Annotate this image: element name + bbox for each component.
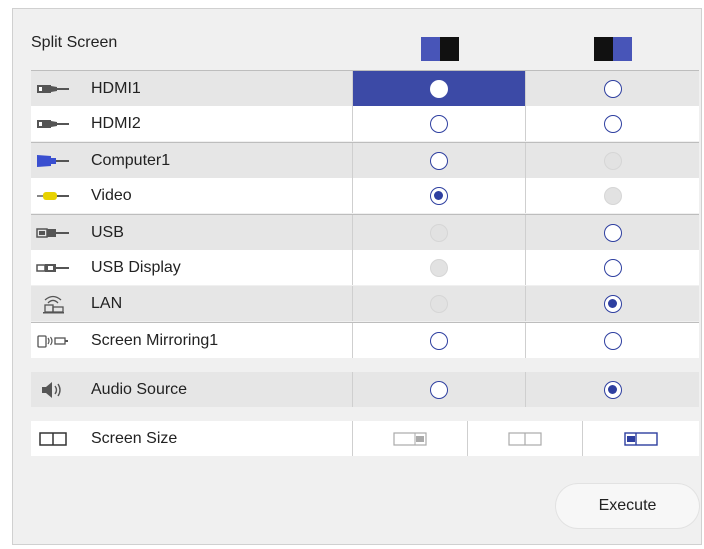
right-screen-cell[interactable] bbox=[526, 215, 699, 250]
left-screen-cell bbox=[353, 250, 526, 285]
right-screen-cell[interactable] bbox=[526, 106, 699, 141]
radio-hdmi2-right[interactable] bbox=[603, 114, 622, 133]
screen-mirroring-icon bbox=[31, 333, 75, 349]
radio-audio-right[interactable] bbox=[603, 380, 622, 399]
split-left-main-icon bbox=[421, 37, 459, 61]
audio-source-row: Audio Source bbox=[31, 372, 699, 407]
radio-hdmi1-left[interactable] bbox=[430, 79, 448, 98]
left-screen-cell[interactable] bbox=[353, 372, 526, 407]
speaker-icon bbox=[31, 380, 75, 400]
audio-source-label: Audio Source bbox=[91, 380, 188, 398]
rca-plug-icon bbox=[31, 190, 75, 202]
radio-lan-right[interactable] bbox=[603, 294, 622, 313]
screen-size-left-larger-button[interactable] bbox=[353, 421, 468, 456]
radio-usb-right[interactable] bbox=[603, 223, 622, 242]
source-row-video: Video bbox=[31, 178, 699, 213]
usb-plug-icon bbox=[31, 226, 75, 240]
source-row-usb: USB bbox=[31, 214, 699, 250]
source-row-lan: LAN bbox=[31, 286, 699, 321]
radio-screen-mirroring1-left[interactable] bbox=[430, 331, 448, 350]
radio-lan-left bbox=[430, 294, 448, 313]
screen-size-equal-button[interactable] bbox=[468, 421, 583, 456]
screen-size-label: Screen Size bbox=[91, 429, 178, 447]
size-left-larger-icon bbox=[393, 431, 427, 446]
radio-hdmi2-left[interactable] bbox=[430, 114, 448, 133]
split-right-main-icon bbox=[594, 37, 632, 61]
hdmi-plug-icon bbox=[31, 117, 75, 131]
radio-hdmi1-right[interactable] bbox=[603, 79, 622, 98]
screen-size-row: Screen Size bbox=[31, 421, 699, 456]
left-screen-cell bbox=[353, 215, 526, 250]
radio-computer1-left[interactable] bbox=[430, 151, 448, 170]
screen-size-right-larger-button[interactable] bbox=[583, 421, 698, 456]
right-screen-cell bbox=[526, 143, 699, 178]
source-label: HDMI2 bbox=[91, 114, 141, 132]
screen-size-icon bbox=[31, 431, 75, 447]
source-row-usb-display: USB Display bbox=[31, 250, 699, 285]
source-row-hdmi2: HDMI2 bbox=[31, 106, 699, 141]
radio-video-right bbox=[603, 186, 622, 205]
source-label: LAN bbox=[91, 294, 123, 312]
left-screen-cell[interactable] bbox=[353, 178, 526, 213]
source-row-hdmi1: HDMI1 bbox=[31, 70, 699, 106]
page-title: Split Screen bbox=[31, 34, 118, 51]
vga-plug-icon bbox=[31, 153, 75, 169]
left-screen-cell[interactable] bbox=[353, 71, 526, 106]
source-label: HDMI1 bbox=[91, 79, 141, 97]
left-screen-cell[interactable] bbox=[353, 323, 526, 358]
source-row-computer1: Computer1 bbox=[31, 142, 699, 178]
right-screen-cell[interactable] bbox=[526, 323, 699, 358]
radio-usb-display-left bbox=[430, 258, 448, 277]
radio-usb-display-right[interactable] bbox=[603, 258, 622, 277]
radio-computer1-right bbox=[603, 151, 622, 170]
right-screen-cell[interactable] bbox=[526, 250, 699, 285]
radio-audio-left[interactable] bbox=[430, 380, 448, 399]
radio-screen-mirroring1-right[interactable] bbox=[603, 331, 622, 350]
lan-network-icon bbox=[31, 293, 75, 315]
size-right-larger-icon bbox=[623, 431, 658, 446]
left-screen-cell[interactable] bbox=[353, 106, 526, 141]
usb-plug-icon bbox=[31, 261, 75, 275]
source-row-screen-mirroring1: Screen Mirroring1 bbox=[31, 322, 699, 358]
radio-usb-left bbox=[430, 223, 448, 242]
right-screen-cell bbox=[526, 178, 699, 213]
source-label: USB Display bbox=[91, 258, 181, 276]
right-screen-cell[interactable] bbox=[526, 286, 699, 321]
size-equal-icon bbox=[508, 431, 542, 446]
left-screen-cell[interactable] bbox=[353, 143, 526, 178]
source-label: Computer1 bbox=[91, 151, 171, 169]
radio-video-left[interactable] bbox=[430, 186, 448, 205]
hdmi-plug-icon bbox=[31, 82, 75, 96]
source-label: Video bbox=[91, 186, 132, 204]
right-screen-cell[interactable] bbox=[526, 71, 699, 106]
right-screen-cell[interactable] bbox=[526, 372, 699, 407]
execute-button[interactable]: Execute bbox=[556, 484, 699, 528]
source-label: Screen Mirroring1 bbox=[91, 331, 219, 349]
left-screen-cell bbox=[353, 286, 526, 321]
source-label: USB bbox=[91, 223, 124, 241]
